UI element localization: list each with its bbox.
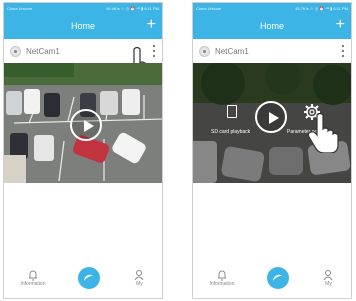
- tab-information[interactable]: Information: [20, 269, 46, 287]
- page-title: Home: [70, 21, 95, 31]
- tab-my-label: My: [136, 281, 143, 287]
- camera-header: NetCam1: [193, 39, 351, 63]
- camera-name: NetCam1: [215, 46, 249, 56]
- top-bar: Home +: [193, 13, 351, 39]
- camera-icon: [199, 45, 210, 57]
- tab-my[interactable]: My: [322, 269, 334, 287]
- pointing-hand-icon: [307, 112, 339, 153]
- add-device-button[interactable]: +: [147, 15, 156, 35]
- tab-information-label: Information: [20, 281, 46, 287]
- phone-screen-left: China Unicom 99.4K/s ☆ ◷ ⏰ ⁴ᴳ ▮ 6:11 PM …: [3, 2, 163, 299]
- person-icon: [324, 270, 333, 281]
- status-icons-text: 99.4K/s ☆ ◷ ⏰ ⁴ᴳ ▮ 6:11 PM: [106, 5, 159, 11]
- camera-icon: [10, 45, 21, 57]
- bell-icon: [28, 270, 37, 281]
- camera-name: NetCam1: [26, 46, 60, 56]
- tab-my-label: My: [325, 281, 332, 287]
- camera-preview[interactable]: [4, 63, 162, 183]
- sd-card-playback-label[interactable]: SD card playback: [211, 129, 250, 135]
- status-bar: China Unicom 99.4K/s ☆ ◷ ⏰ ⁴ᴳ ▮ 6:11 PM: [4, 3, 162, 13]
- phone-screen-right: China Unicom 45.7K/s ☆ ◷ ⏰ ⁴ᴳ ▮ 6:11 PM …: [192, 2, 352, 299]
- more-options-button[interactable]: [339, 42, 347, 60]
- top-bar: Home +: [4, 13, 162, 39]
- tab-information[interactable]: Information: [209, 269, 235, 287]
- person-icon: [135, 270, 144, 281]
- play-button[interactable]: [70, 109, 102, 141]
- add-device-button[interactable]: +: [336, 15, 345, 35]
- status-icons-text: 45.7K/s ☆ ◷ ⏰ ⁴ᴳ ▮ 6:11 PM: [295, 5, 348, 11]
- carrier-text: China Unicom: [7, 5, 33, 11]
- bottom-tab-bar: Information My: [193, 258, 351, 298]
- play-button[interactable]: [255, 101, 287, 133]
- bell-icon: [217, 270, 226, 281]
- bottom-tab-bar: Information My: [4, 258, 162, 298]
- center-action-button[interactable]: [78, 267, 101, 289]
- carrier-text: China Unicom: [196, 5, 222, 11]
- camera-preview[interactable]: SD card playback Parameter settings: [193, 63, 351, 183]
- center-action-button[interactable]: [267, 267, 290, 289]
- sd-card-icon[interactable]: [227, 105, 237, 118]
- status-bar: China Unicom 45.7K/s ☆ ◷ ⏰ ⁴ᴳ ▮ 6:11 PM: [193, 3, 351, 13]
- camera-header: NetCam1: [4, 39, 162, 87]
- tab-information-label: Information: [209, 281, 235, 287]
- page-title: Home: [259, 21, 284, 31]
- tab-my[interactable]: My: [133, 269, 145, 287]
